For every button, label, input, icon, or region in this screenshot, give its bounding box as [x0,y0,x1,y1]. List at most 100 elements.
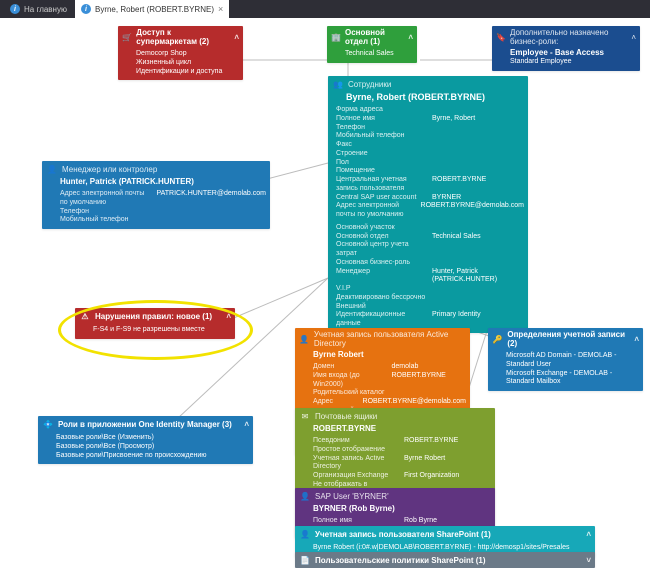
node-violation[interactable]: ⚠ Нарушения правил: новое (1) ˄ F-S4 и F… [75,308,235,339]
field-label: Телефон [60,208,161,217]
node-subtitle: Дополнительно назначено бизнес-роли: [510,28,627,46]
node-subtitle: Менеджер или контролер [62,165,157,174]
field-value [165,208,266,217]
list-item: Standard Employee [510,58,636,67]
field-value [165,216,266,225]
chevron-up-icon[interactable]: ˄ [226,312,231,321]
list-item: Жизненный цикл Идентификации и доступа [136,59,239,77]
section-label: Форма адреса [336,106,524,115]
field-value [432,259,524,268]
chevron-down-icon[interactable]: ˅ [586,556,591,565]
field-value: Technical Sales [432,233,524,242]
building-icon: 🏢 [331,31,341,43]
chevron-up-icon[interactable]: ˄ [408,33,413,42]
field-value: BYRNER [432,194,524,203]
tab-current[interactable]: i Byrne, Robert (ROBERT.BYRNE) × [75,0,229,18]
field-label: Идентификационные данные [336,311,428,329]
chevron-up-icon[interactable]: ˄ [631,33,636,42]
node-subtitle: Сотрудники [348,80,391,89]
node-title: Определения учетной записи (2) [507,330,630,348]
diagram-canvas[interactable]: 🛒 Доступ к супермаркетам (2) ˄ Democorp … [0,18,650,565]
policy-icon: 📄 [299,554,311,566]
badge-icon: 🔖 [496,31,506,43]
node-supermarkets[interactable]: 🛒 Доступ к супермаркетам (2) ˄ Democorp … [118,26,243,80]
tab-label: Byrne, Robert (ROBERT.BYRNE) [95,5,214,14]
sharepoint-icon: 👤 [299,528,311,540]
field-label: Организация Exchange [313,472,400,481]
field-label: V.I.P [336,285,428,294]
field-value [432,141,524,150]
node-base-role[interactable]: 🔖 Дополнительно назначено бизнес-роли: ˄… [492,26,640,71]
list-item: Democorp Shop [136,50,239,59]
node-title: Hunter, Patrick (PATRICK.HUNTER) [42,177,270,188]
field-value [432,159,524,168]
chevron-up-icon[interactable]: ˄ [586,530,591,539]
field-label: Внешний [336,303,428,312]
tab-home[interactable]: i На главную [4,0,73,18]
field-label: Мобильный телефон [336,132,428,141]
info-icon: i [10,4,20,14]
field-value [392,389,467,398]
node-title: Роли в приложении One Identity Manager (… [58,420,232,429]
field-value: demolab [392,363,467,372]
field-label: Основной отдел [336,233,428,242]
field-label: Основная бизнес-роль [336,259,428,268]
field-label: Мобильный телефон [60,216,161,225]
list-item: Microsoft AD Domain - DEMOLAB - Standard… [506,352,639,370]
sap-icon: 👤 [299,490,311,502]
people-icon: 👥 [332,78,344,90]
warning-icon: ⚠ [79,310,91,322]
tab-label: На главную [24,5,67,14]
user-icon: 👤 [46,163,58,175]
field-value [432,124,524,133]
node-app-roles[interactable]: 💠 Роли в приложении One Identity Manager… [38,416,253,464]
node-subtitle: Учетная запись пользователя Active Direc… [314,330,466,348]
field-label: Факс [336,141,428,150]
node-sharepoint-policies[interactable]: 📄 Пользовательские политики SharePoint (… [295,552,595,568]
node-manager[interactable]: 👤 Менеджер или контролер Hunter, Patrick… [42,161,270,229]
node-subtitle: Почтовые ящики [315,412,377,421]
node-department[interactable]: 🏢 Основной отдел (1) ˄ Technical Sales [327,26,417,63]
field-label: Полное имя [336,115,428,124]
field-label: Строение [336,150,428,159]
list-item: Базовые роли\Все (Просмотр) [56,443,249,452]
field-label: Псевдоним [313,437,400,446]
node-title: Пользовательские политики SharePoint (1) [315,556,486,565]
field-label: Адрес электронной почты по умолчанию [60,190,152,208]
field-value [432,294,524,303]
chevron-up-icon[interactable]: ˄ [244,420,249,429]
chevron-up-icon[interactable]: ˄ [634,335,639,344]
field-value: Byrne, Robert [432,115,524,124]
close-icon[interactable]: × [218,4,223,14]
field-label: Основной центр учета затрат [336,241,428,259]
field-value: ROBERT.BYRNE@demolab.com [421,202,524,220]
field-label: Учетная запись Active Directory [313,455,400,473]
field-value: Rob Byrne [404,517,491,526]
ad-icon: 👤 [299,333,310,345]
list-item: Базовые роли\Все (Изменить) [56,434,249,443]
field-value: ROBERT.BYRNE [404,437,491,446]
field-value: ROBERT.BYRNE [432,176,524,194]
chevron-up-icon[interactable]: ˄ [234,33,239,42]
tab-bar: i На главную i Byrne, Robert (ROBERT.BYR… [0,0,650,18]
key-icon: 🔑 [492,333,503,345]
node-account-definitions[interactable]: 🔑 Определения учетной записи (2) ˄ Micro… [488,328,643,391]
node-title: Основной отдел (1) [345,28,404,46]
list-item: Microsoft Exchange - DEMOLAB - Standard … [506,370,639,388]
field-label: Адрес электронной почты по умолчанию [336,202,417,220]
cart-icon: 🛒 [122,31,132,43]
field-value [404,446,491,455]
field-label: Родительский каталог [313,389,388,398]
field-value: Byrne Robert [404,455,491,473]
field-value: ROBERT.BYRNE [392,372,467,390]
node-employee[interactable]: 👥 Сотрудники Byrne, Robert (ROBERT.BYRNE… [328,76,528,333]
node-title: Доступ к супермаркетам (2) [136,28,230,46]
info-icon: i [81,4,91,14]
field-value: Hunter, Patrick (PATRICK.HUNTER) [432,268,524,286]
node-subtitle: SAP User 'BYRNER' [315,492,389,501]
node-title: ROBERT.BYRNE [295,424,495,435]
role-icon: 💠 [42,418,54,430]
field-value [432,224,524,233]
field-label: Центральная учетная запись пользователя [336,176,428,194]
field-label: Телефон [336,124,428,133]
